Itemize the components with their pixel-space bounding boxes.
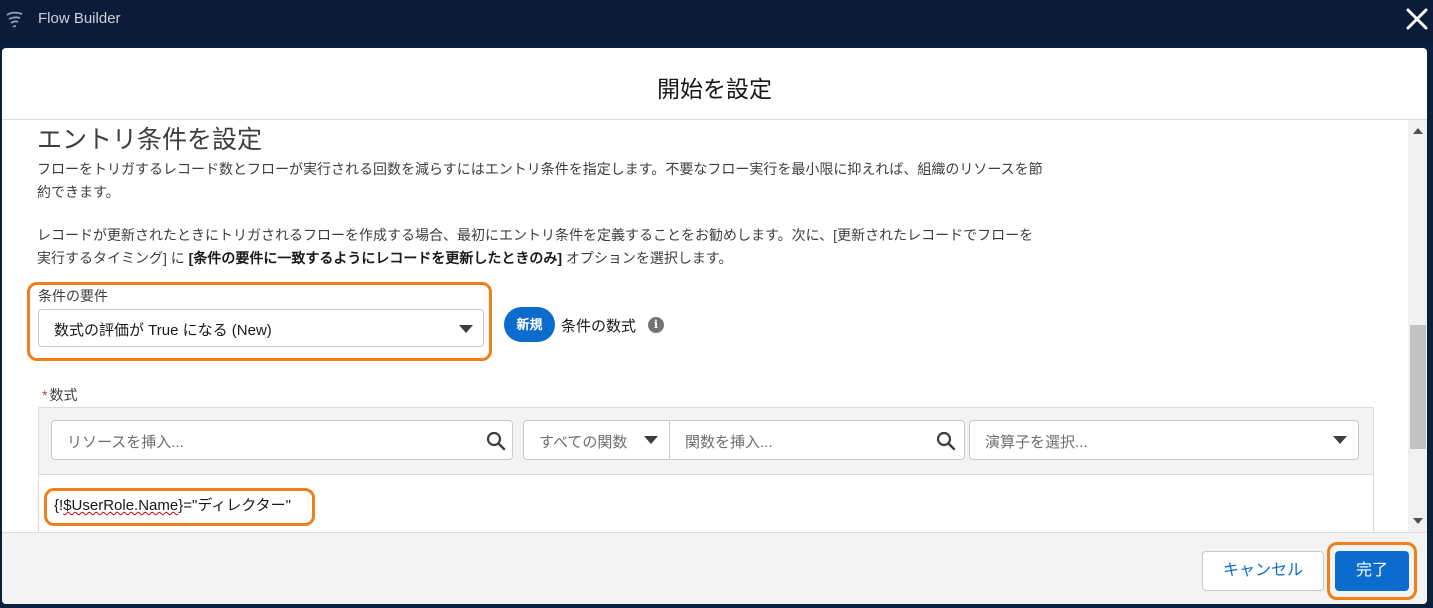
function-picker: すべての関数 関数を挿入... bbox=[523, 420, 965, 460]
formula-textarea[interactable]: {!$UserRole.Name}="ディレクター" bbox=[54, 494, 291, 515]
search-icon bbox=[936, 431, 956, 451]
chevron-down-icon bbox=[1333, 436, 1347, 444]
info-icon[interactable]: i bbox=[648, 317, 664, 333]
formula-toolbar: リソースを挿入... すべての関数 関数を挿入... 演算子を選択... bbox=[39, 408, 1373, 475]
insert-resource-input[interactable]: リソースを挿入... bbox=[51, 420, 513, 460]
section-title: エントリ条件を設定 bbox=[37, 126, 263, 154]
app-header: Flow Builder bbox=[0, 0, 1433, 42]
done-button[interactable]: 完了 bbox=[1335, 551, 1409, 591]
formula-label: * 数式 bbox=[42, 385, 77, 405]
entry-conditions-description: フローをトリガするレコード数とフローが実行される回数を減らすにはエントリ条件を指… bbox=[37, 161, 1043, 200]
configure-start-modal: 開始を設定 エントリ条件を設定 フローをトリガするレコード数とフローが実行される… bbox=[2, 48, 1427, 604]
formula-text-close: }="ディレクター" bbox=[178, 497, 292, 514]
flow-builder-icon bbox=[6, 11, 23, 28]
condition-formula-label: 条件の数式 bbox=[561, 318, 637, 335]
update-trigger-recommendation: レコードが更新されたときにトリガされるフローを作成する場合、最初にエントリ条件を… bbox=[37, 224, 1047, 270]
operator-placeholder: 演算子を選択... bbox=[985, 434, 1088, 451]
chevron-down-icon bbox=[644, 436, 658, 444]
close-icon[interactable] bbox=[1404, 6, 1430, 32]
condition-requirements-value: 数式の評価が True になる (New) bbox=[54, 322, 272, 339]
cancel-button[interactable]: キャンセル bbox=[1202, 551, 1324, 591]
modal-title: 開始を設定 bbox=[657, 76, 772, 102]
scroll-up-arrow-icon[interactable] bbox=[1413, 128, 1423, 134]
divider bbox=[669, 421, 670, 459]
modal-footer: キャンセル 完了 bbox=[2, 532, 1427, 604]
new-badge: 新規 bbox=[504, 307, 555, 342]
formula-variable: $UserRole.Name bbox=[63, 497, 179, 514]
app-title: Flow Builder bbox=[38, 10, 121, 27]
operator-select[interactable]: 演算子を選択... bbox=[969, 420, 1359, 460]
scrollbar-thumb[interactable] bbox=[1410, 325, 1426, 449]
modal-content: エントリ条件を設定 フローをトリガするレコード数とフローが実行される回数を減らす… bbox=[2, 120, 1427, 532]
condition-requirements-label: 条件の要件 bbox=[38, 288, 108, 304]
recommendation-option-name: [条件の要件に一致するようにレコードを更新したときのみ] bbox=[188, 250, 562, 266]
formula-label-text: 数式 bbox=[49, 387, 78, 403]
scroll-down-arrow-icon[interactable] bbox=[1413, 518, 1423, 524]
recommendation-text-end: オプションを選択します。 bbox=[562, 250, 733, 266]
condition-requirements-select[interactable]: 数式の評価が True になる (New) bbox=[38, 309, 484, 347]
required-marker: * bbox=[42, 387, 48, 403]
search-icon bbox=[486, 431, 506, 451]
modal-header: 開始を設定 bbox=[2, 48, 1427, 120]
insert-function-input[interactable]: 関数を挿入... bbox=[685, 431, 773, 452]
chevron-down-icon bbox=[459, 325, 473, 333]
formula-text-open: {! bbox=[54, 497, 64, 514]
function-category-select[interactable]: すべての関数 bbox=[539, 431, 627, 452]
insert-resource-placeholder: リソースを挿入... bbox=[67, 434, 184, 451]
formula-editor: リソースを挿入... すべての関数 関数を挿入... 演算子を選択... {!$… bbox=[38, 407, 1374, 532]
